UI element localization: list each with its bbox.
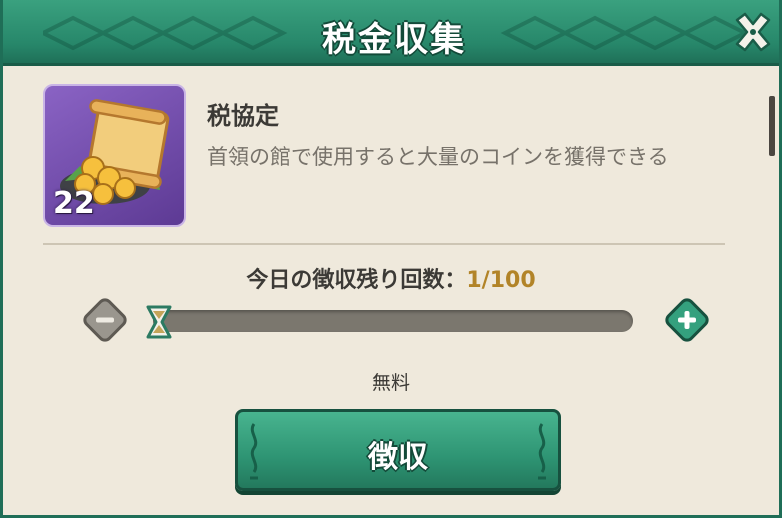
collect-button-label: 徴収 [368,440,428,475]
tax-scroll-coins-icon: 22 [43,84,186,227]
dialog-title: 税金収集 [322,20,466,60]
collect-button[interactable]: 徴収 [235,409,561,491]
item-name: 税協定 [207,102,279,130]
dialog-header: 税金収集 [3,0,779,66]
tax-collection-dialog: 税金収集 22 税協定 首領の館で使用すると大量のコインを獲得できる 今日の徴収… [0,0,782,518]
remaining-count-label: 今日の徴収残り回数： [246,268,467,293]
minus-icon [96,317,114,323]
item-description: 首領の館で使用すると大量のコインを獲得できる [207,145,669,169]
item-quantity: 22 [53,186,95,221]
remaining-count-value: 1/100 [466,268,536,293]
remaining-count-line: 今日の徴収残り回数：1/100 [3,262,779,294]
quantity-slider-thumb[interactable] [145,305,173,339]
cost-label: 無料 [371,372,410,394]
close-icon[interactable] [731,10,775,54]
decrease-button[interactable] [79,294,131,346]
button-ornament-right [538,423,546,480]
quantity-slider-track[interactable] [153,310,633,332]
divider [43,243,725,245]
increase-button[interactable] [661,294,713,346]
edge-marker [769,96,775,156]
